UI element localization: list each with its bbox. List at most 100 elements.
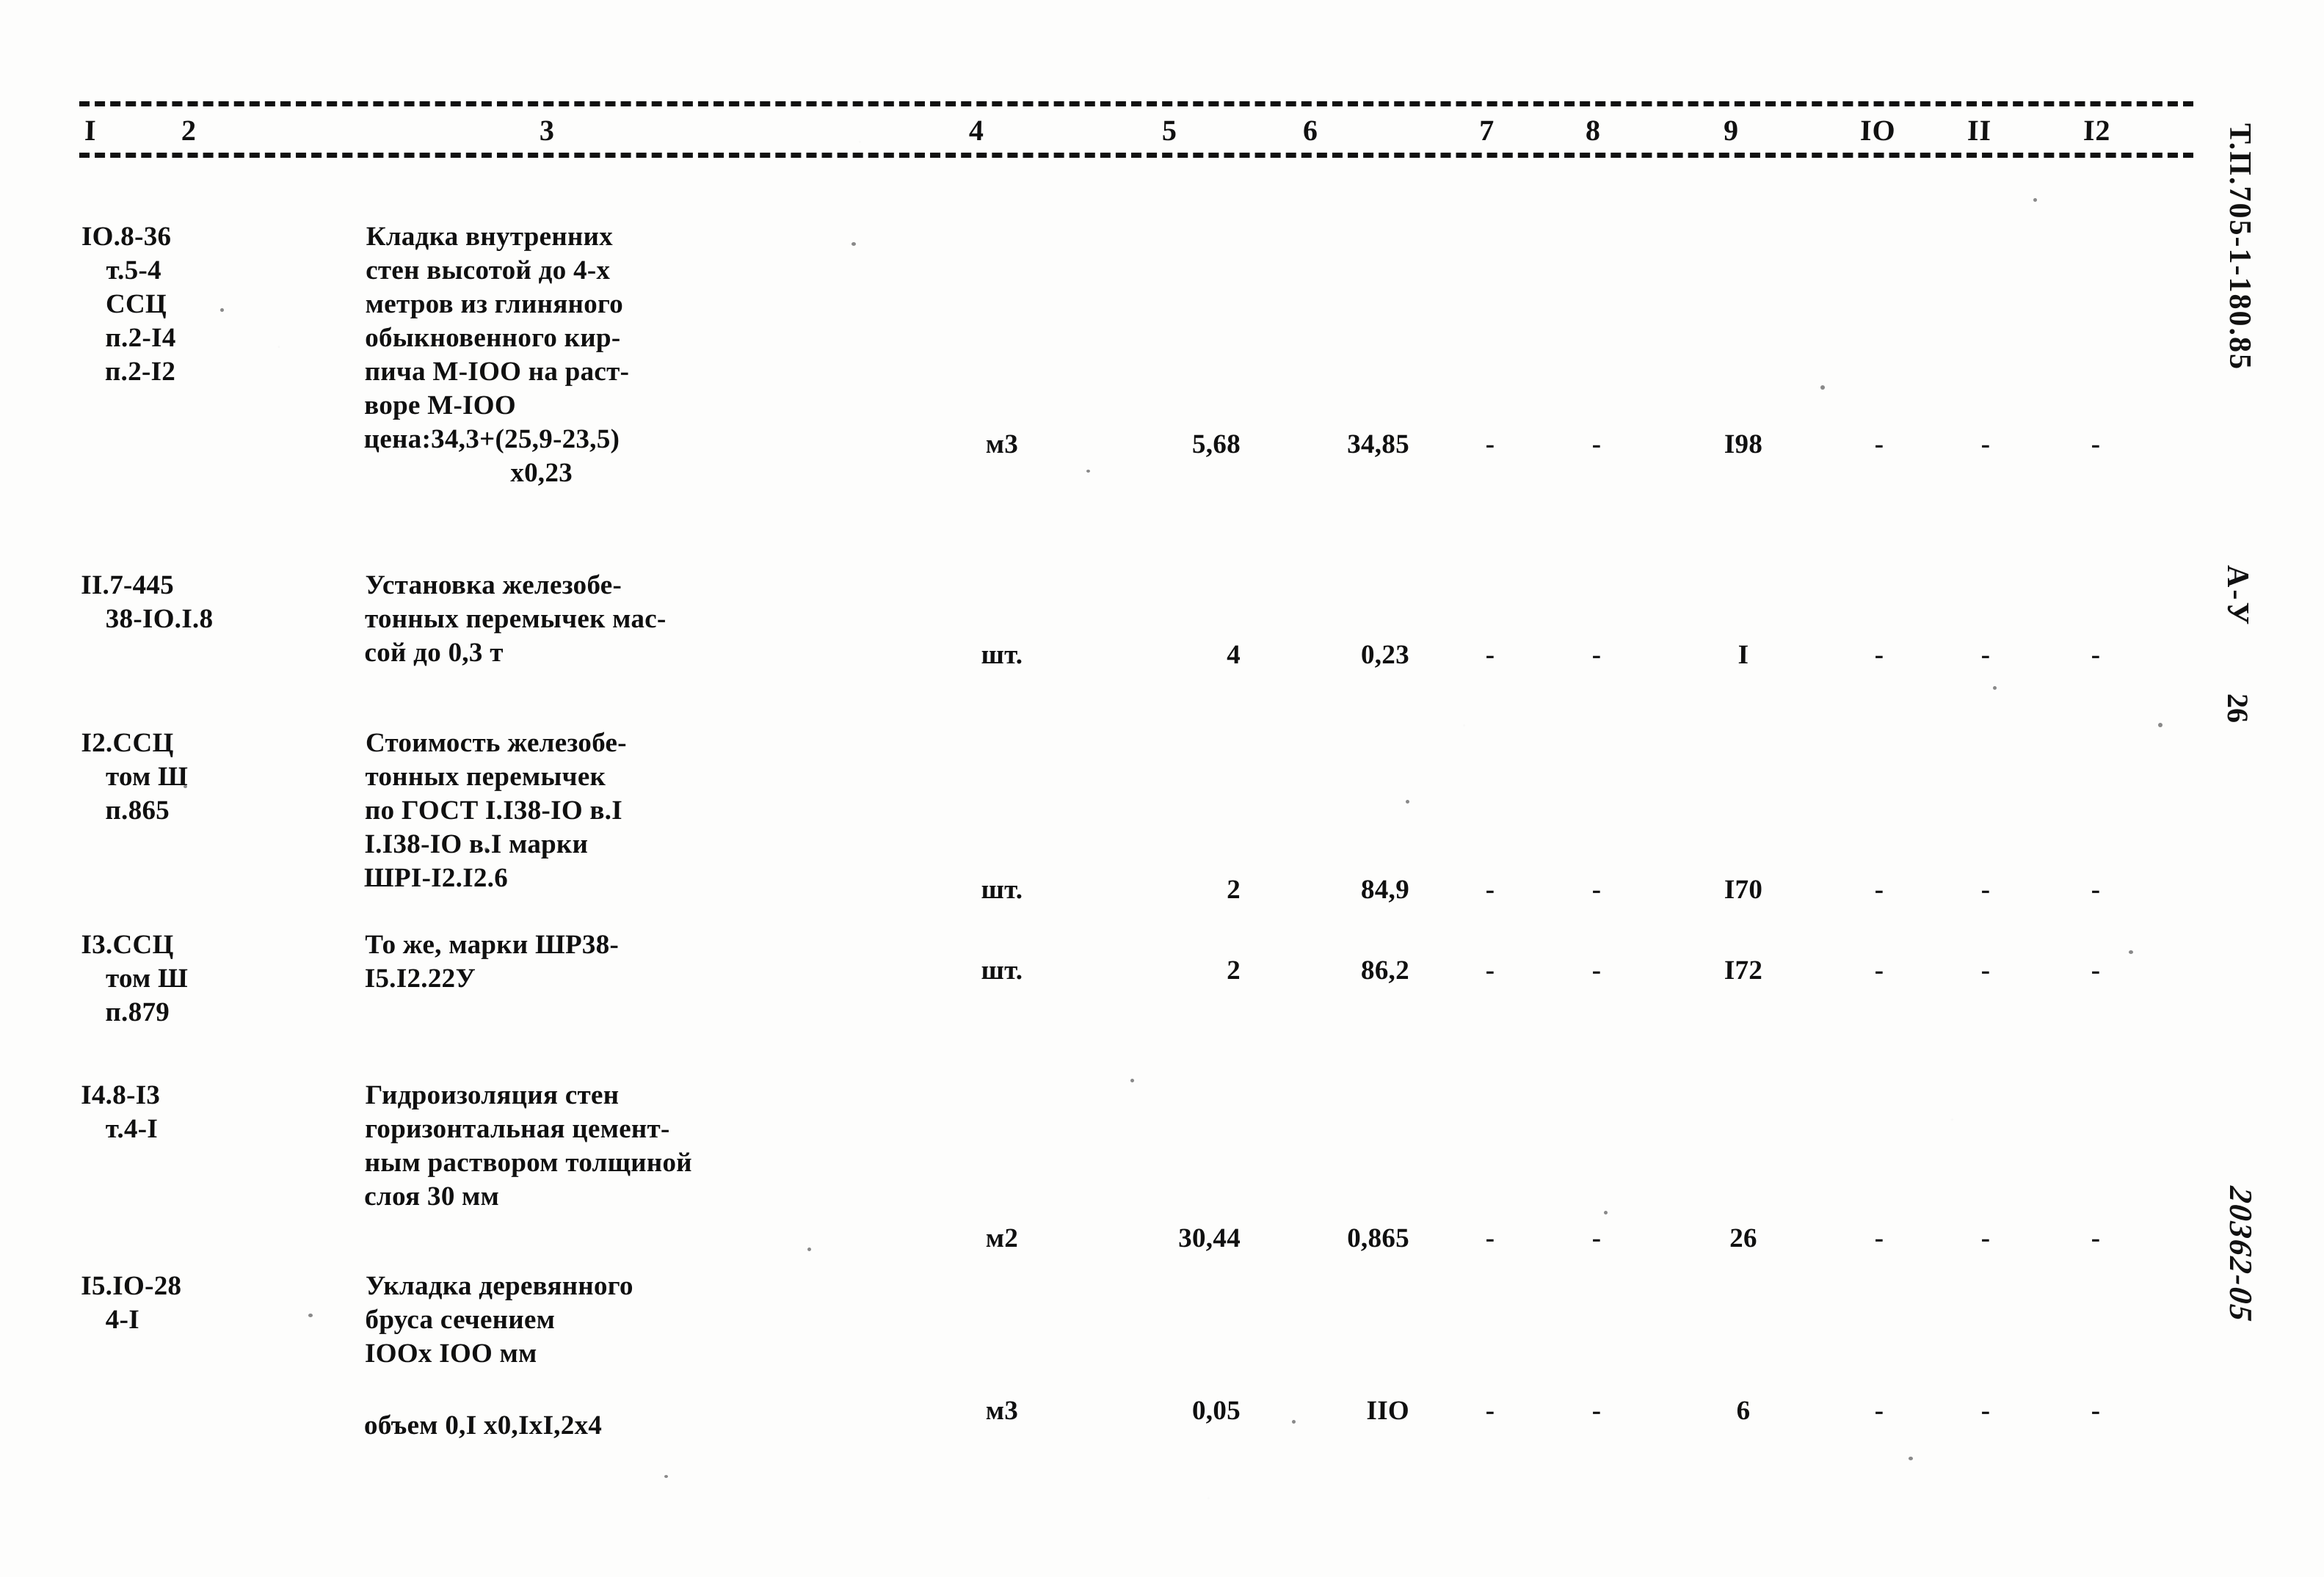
row-col11-cell: - bbox=[1980, 955, 1991, 986]
row-description-cell: То же, марки ШР38- I5.I2.22У bbox=[365, 928, 620, 996]
row-code-main: IO.8-36 bbox=[81, 222, 172, 252]
row-code-main: II.7-445 bbox=[81, 570, 175, 600]
row-col12-cell: - bbox=[2091, 429, 2101, 459]
row-description-line: бруса сечением bbox=[365, 1305, 556, 1335]
row-col10-cell: - bbox=[1874, 640, 1884, 670]
document-series: А-У bbox=[2220, 565, 2254, 627]
row-description-cell: Кладка внутренних стен высотой до 4-х метр… bbox=[363, 220, 631, 490]
column-header-11: II bbox=[1967, 114, 1992, 147]
row-code-sub: 38-IO.I.8 bbox=[105, 604, 214, 634]
row-description-line: Укладка деревянного bbox=[365, 1271, 634, 1301]
row-total-cell: 26 bbox=[1729, 1223, 1758, 1253]
row-description-line: тонных перемычек bbox=[365, 762, 606, 792]
row-code-cell: II.7-445 38-IO.I.8 bbox=[81, 569, 214, 636]
row-quantity-cell: 2 bbox=[1226, 955, 1241, 986]
row-quantity-cell: 30,44 bbox=[1178, 1223, 1241, 1253]
row-col8-cell: - bbox=[1591, 1223, 1602, 1253]
column-header-12: I2 bbox=[2082, 114, 2112, 147]
column-header-2: 2 bbox=[181, 114, 197, 147]
row-description-line: сой до 0,3 т bbox=[364, 638, 504, 668]
column-header-7: 7 bbox=[1478, 114, 1495, 147]
scan-speck bbox=[220, 308, 224, 312]
row-description-line: пича М-IОО на раст- bbox=[364, 357, 630, 387]
scan-speck bbox=[1993, 686, 1997, 690]
row-col8-cell: - bbox=[1591, 640, 1602, 670]
row-code-cell: I5.IO-28 4-I bbox=[81, 1270, 182, 1337]
row-col7-cell: - bbox=[1485, 640, 1495, 670]
scanned-page: I 2 3 4 5 6 7 8 9 IO II I2 IO.8-36 т.5-4 С… bbox=[0, 0, 2324, 1577]
row-description-extra-line: цена:34,3+(25,9-23,5) bbox=[363, 424, 620, 454]
row-col7-cell: - bbox=[1485, 429, 1495, 459]
row-code-sub: 4-I bbox=[105, 1305, 140, 1335]
row-col10-cell: - bbox=[1874, 875, 1884, 905]
column-header-3: 3 bbox=[539, 114, 556, 147]
column-header-4: 4 bbox=[968, 114, 985, 147]
row-price-cell: 86,2 bbox=[1360, 955, 1410, 986]
row-code-sub: п.2-I2 bbox=[104, 357, 176, 387]
scan-speck bbox=[1406, 800, 1409, 804]
row-col10-cell: - bbox=[1874, 1396, 1884, 1426]
row-total-cell: 6 bbox=[1736, 1396, 1751, 1426]
document-code: Т.П.705-1-180.85 bbox=[2223, 123, 2256, 371]
row-col10-cell: - bbox=[1874, 429, 1884, 459]
row-unit-cell: м3 bbox=[985, 429, 1019, 459]
row-description-line: Стоимость железобе- bbox=[365, 728, 628, 758]
row-description-line: Кладка внутренних bbox=[366, 222, 614, 252]
row-code-sub: п.879 bbox=[105, 997, 170, 1027]
row-description-line: обыкновенного кир- bbox=[365, 323, 621, 353]
row-description-extra-line: объем 0,I х0,IхI,2х4 bbox=[363, 1410, 603, 1441]
row-total-cell: I72 bbox=[1724, 955, 1763, 986]
row-description-line: по ГОСТ I.I38-IO в.I bbox=[364, 795, 623, 826]
scan-speck bbox=[2129, 950, 2133, 954]
header-rule-top bbox=[79, 101, 2193, 106]
row-code-main: I3.ССЦ bbox=[81, 930, 174, 960]
column-header-1: I bbox=[84, 114, 98, 147]
row-price-cell: 0,23 bbox=[1360, 640, 1410, 670]
row-total-cell: I98 bbox=[1724, 429, 1763, 459]
scan-speck bbox=[1909, 1457, 1913, 1460]
scan-speck bbox=[1292, 1420, 1296, 1424]
row-col12-cell: - bbox=[2091, 875, 2101, 905]
row-code-cell: I4.8-I3 т.4-I bbox=[81, 1079, 161, 1146]
row-col8-cell: - bbox=[1591, 955, 1602, 986]
row-description-cell: Установка железобе-тонных перемычек мас-… bbox=[364, 569, 667, 670]
row-description-line: I.I38-IO в.I марки bbox=[364, 829, 589, 859]
row-unit-cell: шт. bbox=[981, 955, 1023, 986]
row-col12-cell: - bbox=[2091, 1223, 2101, 1253]
row-col10-cell: - bbox=[1874, 1223, 1884, 1253]
row-description-line: метров из глиняного bbox=[365, 289, 624, 319]
row-col11-cell: - bbox=[1980, 1223, 1991, 1253]
row-description-line: Установка железобе- bbox=[365, 570, 622, 600]
row-code-sub: п.865 bbox=[105, 795, 170, 826]
scan-speck bbox=[2033, 198, 2037, 202]
row-unit-cell: шт. bbox=[981, 875, 1023, 905]
row-description-line: Гидроизоляция стен bbox=[365, 1080, 620, 1110]
row-code-main: I2.ССЦ bbox=[81, 728, 174, 758]
row-col11-cell: - bbox=[1980, 429, 1991, 459]
row-quantity-cell: 5,68 bbox=[1191, 429, 1241, 459]
row-col10-cell: - bbox=[1874, 955, 1884, 986]
row-description-line: горизонтальная цемент- bbox=[365, 1114, 670, 1144]
scan-speck bbox=[807, 1248, 811, 1251]
row-col11-cell: - bbox=[1980, 875, 1991, 905]
row-description-line: воре М-IОО bbox=[364, 390, 517, 420]
row-col7-cell: - bbox=[1485, 955, 1495, 986]
row-col11-cell: - bbox=[1980, 1396, 1991, 1426]
row-description-line: тонных перемычек мас- bbox=[364, 604, 667, 634]
row-col8-cell: - bbox=[1591, 429, 1602, 459]
scan-speck bbox=[484, 848, 488, 851]
scan-speck bbox=[1820, 385, 1825, 390]
row-unit-cell: м3 bbox=[985, 1396, 1019, 1426]
row-col11-cell: - bbox=[1980, 640, 1991, 670]
row-code-main: I5.IO-28 bbox=[81, 1271, 182, 1301]
row-code-cell: I2.ССЦ том Шп.865 bbox=[80, 726, 189, 828]
row-code-sub: т.4-I bbox=[105, 1114, 159, 1144]
row-col12-cell: - bbox=[2091, 1396, 2101, 1426]
column-header-5: 5 bbox=[1161, 114, 1178, 147]
scan-speck bbox=[664, 1475, 668, 1478]
column-header-9: 9 bbox=[1723, 114, 1740, 147]
row-quantity-cell: 2 bbox=[1226, 875, 1241, 905]
row-description-line: То же, марки ШР38- bbox=[365, 930, 620, 960]
row-description-line: слоя 30 мм bbox=[364, 1181, 500, 1212]
row-code-sub: ССЦ bbox=[105, 289, 167, 319]
